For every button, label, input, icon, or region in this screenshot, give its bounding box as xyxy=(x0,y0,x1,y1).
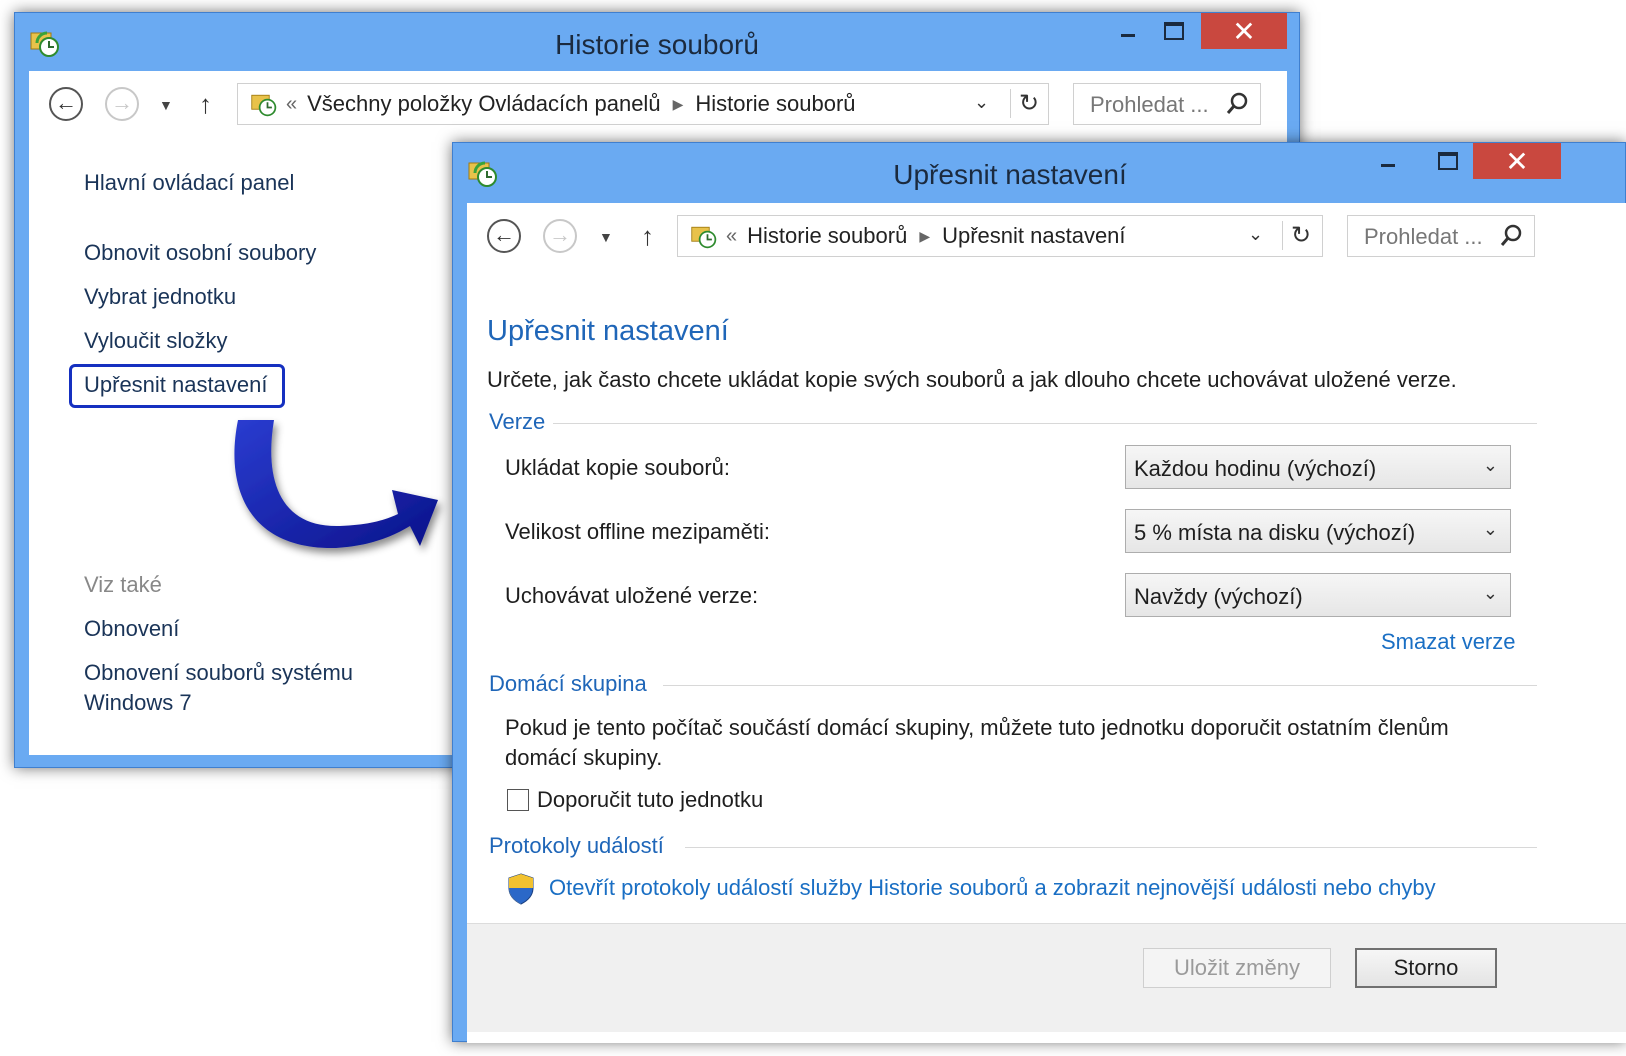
recent-locations-button[interactable]: ▼ xyxy=(599,229,613,245)
breadcrumb-overflow[interactable]: « xyxy=(286,93,297,116)
back-button[interactable]: ← xyxy=(49,87,83,121)
navigation-bar: ← → ▼ ↑ « Historie souborů ▶ Upřesnit na… xyxy=(467,203,1626,271)
forward-arrow-icon: → xyxy=(105,87,139,121)
up-button[interactable]: ↑ xyxy=(641,221,654,252)
open-event-logs-link[interactable]: Otevřít protokoly událostí služby Histor… xyxy=(549,875,1436,901)
page-title: Upřesnit nastavení xyxy=(487,315,729,347)
maximize-icon xyxy=(1438,152,1458,170)
control-panel-home-link[interactable]: Hlavní ovládací panel xyxy=(84,170,294,196)
file-history-icon xyxy=(691,226,717,249)
recommend-drive-checkbox[interactable] xyxy=(507,789,529,811)
chevron-down-icon: ▼ xyxy=(599,229,613,245)
breadcrumb-file-history[interactable]: Historie souborů xyxy=(747,223,907,249)
close-button[interactable]: ✕ xyxy=(1201,13,1287,49)
search-box[interactable]: Prohledat ... xyxy=(1347,215,1535,257)
address-bar[interactable]: « Všechny položky Ovládacích panelů ▶ Hi… xyxy=(237,83,1049,125)
maximize-button[interactable] xyxy=(1429,143,1467,179)
minimize-button[interactable] xyxy=(1373,143,1403,179)
offline-cache-label: Velikost offline mezipaměti: xyxy=(505,519,770,544)
close-icon: ✕ xyxy=(1505,145,1529,177)
keep-versions-label: Uchovávat uložené verze: xyxy=(505,583,759,608)
minimize-icon xyxy=(1381,163,1395,167)
dialog-footer: Uložit změny Storno xyxy=(467,923,1626,1032)
save-copies-label: Ukládat kopie souborů: xyxy=(505,455,731,480)
back-arrow-icon: ← xyxy=(487,219,521,253)
refresh-icon[interactable]: ↻ xyxy=(1010,89,1039,118)
recovery-link[interactable]: Obnovení xyxy=(84,616,179,642)
address-dropdown-icon[interactable]: ⌄ xyxy=(974,92,989,113)
breadcrumb-separator-icon[interactable]: ▶ xyxy=(673,96,684,113)
uac-shield-icon xyxy=(508,873,534,905)
restore-personal-files-link[interactable]: Obnovit osobní soubory xyxy=(84,240,316,266)
chevron-down-icon: ⌄ xyxy=(1482,455,1498,475)
breadcrumb-advanced-settings[interactable]: Upřesnit nastavení xyxy=(942,223,1125,249)
maximize-button[interactable] xyxy=(1155,13,1193,49)
forward-arrow-icon: → xyxy=(543,219,577,253)
up-button[interactable]: ↑ xyxy=(199,89,212,120)
homegroup-section-label: Domácí skupina xyxy=(489,671,647,696)
exclude-folders-link[interactable]: Vyloučit složky xyxy=(84,328,227,354)
title-bar[interactable]: Upřesnit nastavení ✕ xyxy=(453,143,1625,205)
offline-cache-dropdown[interactable]: 5 % místa na disku (výchozí) ⌄ xyxy=(1125,509,1511,553)
event-logs-section-label: Protokoly událostí xyxy=(489,833,664,858)
see-also-heading: Viz také xyxy=(84,572,162,597)
search-icon xyxy=(1226,92,1248,114)
address-bar[interactable]: « Historie souborů ▶ Upřesnit nastavení … xyxy=(677,215,1323,257)
chevron-down-icon: ⌄ xyxy=(1482,583,1498,603)
keep-versions-dropdown[interactable]: Navždy (výchozí) ⌄ xyxy=(1125,573,1511,617)
save-changes-button[interactable]: Uložit změny xyxy=(1143,948,1331,988)
close-icon: ✕ xyxy=(1232,15,1256,47)
breadcrumb-file-history[interactable]: Historie souborů xyxy=(695,91,855,117)
search-placeholder: Prohledat ... xyxy=(1090,92,1209,117)
cancel-button[interactable]: Storno xyxy=(1355,948,1497,988)
navigation-bar: ← → ▼ ↑ « Všechny položky Ovládacích pan… xyxy=(29,71,1287,139)
recent-locations-button[interactable]: ▼ xyxy=(159,97,173,113)
search-icon xyxy=(1500,224,1522,246)
homegroup-text-line1: Pokud je tento počítač součástí domácí s… xyxy=(505,715,1449,740)
up-arrow-icon: ↑ xyxy=(641,221,654,251)
file-history-icon xyxy=(251,94,277,117)
forward-button[interactable]: → xyxy=(543,219,577,253)
advanced-settings-link[interactable]: Upřesnit nastavení xyxy=(84,372,267,398)
forward-button[interactable]: → xyxy=(105,87,139,121)
up-arrow-icon: ↑ xyxy=(199,89,212,119)
homegroup-divider xyxy=(663,685,1537,686)
intro-text: Určete, jak často chcete ukládat kopie s… xyxy=(487,367,1457,392)
windows7-file-recovery-link-line2[interactable]: Windows 7 xyxy=(84,690,192,716)
close-button[interactable]: ✕ xyxy=(1473,143,1561,179)
chevron-down-icon: ▼ xyxy=(159,97,173,113)
maximize-icon xyxy=(1164,22,1184,40)
minimize-icon xyxy=(1121,33,1135,37)
event-logs-divider xyxy=(685,847,1537,848)
windows7-file-recovery-link-line1[interactable]: Obnovení souborů systému xyxy=(84,660,353,686)
advanced-settings-window: Upřesnit nastavení ✕ ← → ▼ ↑ « Historie … xyxy=(452,142,1626,1043)
versions-section-label: Verze xyxy=(489,409,546,434)
back-button[interactable]: ← xyxy=(487,219,521,253)
homegroup-text-line2: domácí skupiny. xyxy=(505,745,663,770)
chevron-down-icon: ⌄ xyxy=(1482,519,1498,539)
recommend-drive-label[interactable]: Doporučit tuto jednotku xyxy=(537,787,763,813)
window-title: Historie souborů xyxy=(555,29,759,60)
delete-versions-link[interactable]: Smazat verze xyxy=(1381,629,1516,655)
title-bar[interactable]: Historie souborů ✕ xyxy=(15,13,1299,75)
refresh-icon[interactable]: ↻ xyxy=(1282,221,1311,250)
window-client-area: ← → ▼ ↑ « Historie souborů ▶ Upřesnit na… xyxy=(467,203,1626,1043)
breadcrumb-control-panel-items[interactable]: Všechny položky Ovládacích panelů xyxy=(307,91,660,117)
offline-cache-value: 5 % místa na disku (výchozí) xyxy=(1134,520,1416,545)
search-placeholder: Prohledat ... xyxy=(1364,224,1483,249)
back-arrow-icon: ← xyxy=(49,87,83,121)
address-dropdown-icon[interactable]: ⌄ xyxy=(1248,224,1263,245)
save-copies-value: Každou hodinu (výchozí) xyxy=(1134,456,1377,481)
search-box[interactable]: Prohledat ... xyxy=(1073,83,1261,125)
save-copies-dropdown[interactable]: Každou hodinu (výchozí) ⌄ xyxy=(1125,445,1511,489)
versions-divider xyxy=(553,423,1537,424)
select-drive-link[interactable]: Vybrat jednotku xyxy=(84,284,236,310)
breadcrumb-overflow[interactable]: « xyxy=(726,225,737,248)
breadcrumb-separator-icon[interactable]: ▶ xyxy=(919,228,930,245)
minimize-button[interactable] xyxy=(1113,13,1143,49)
curved-arrow-icon xyxy=(234,420,438,549)
keep-versions-value: Navždy (výchozí) xyxy=(1134,584,1303,609)
